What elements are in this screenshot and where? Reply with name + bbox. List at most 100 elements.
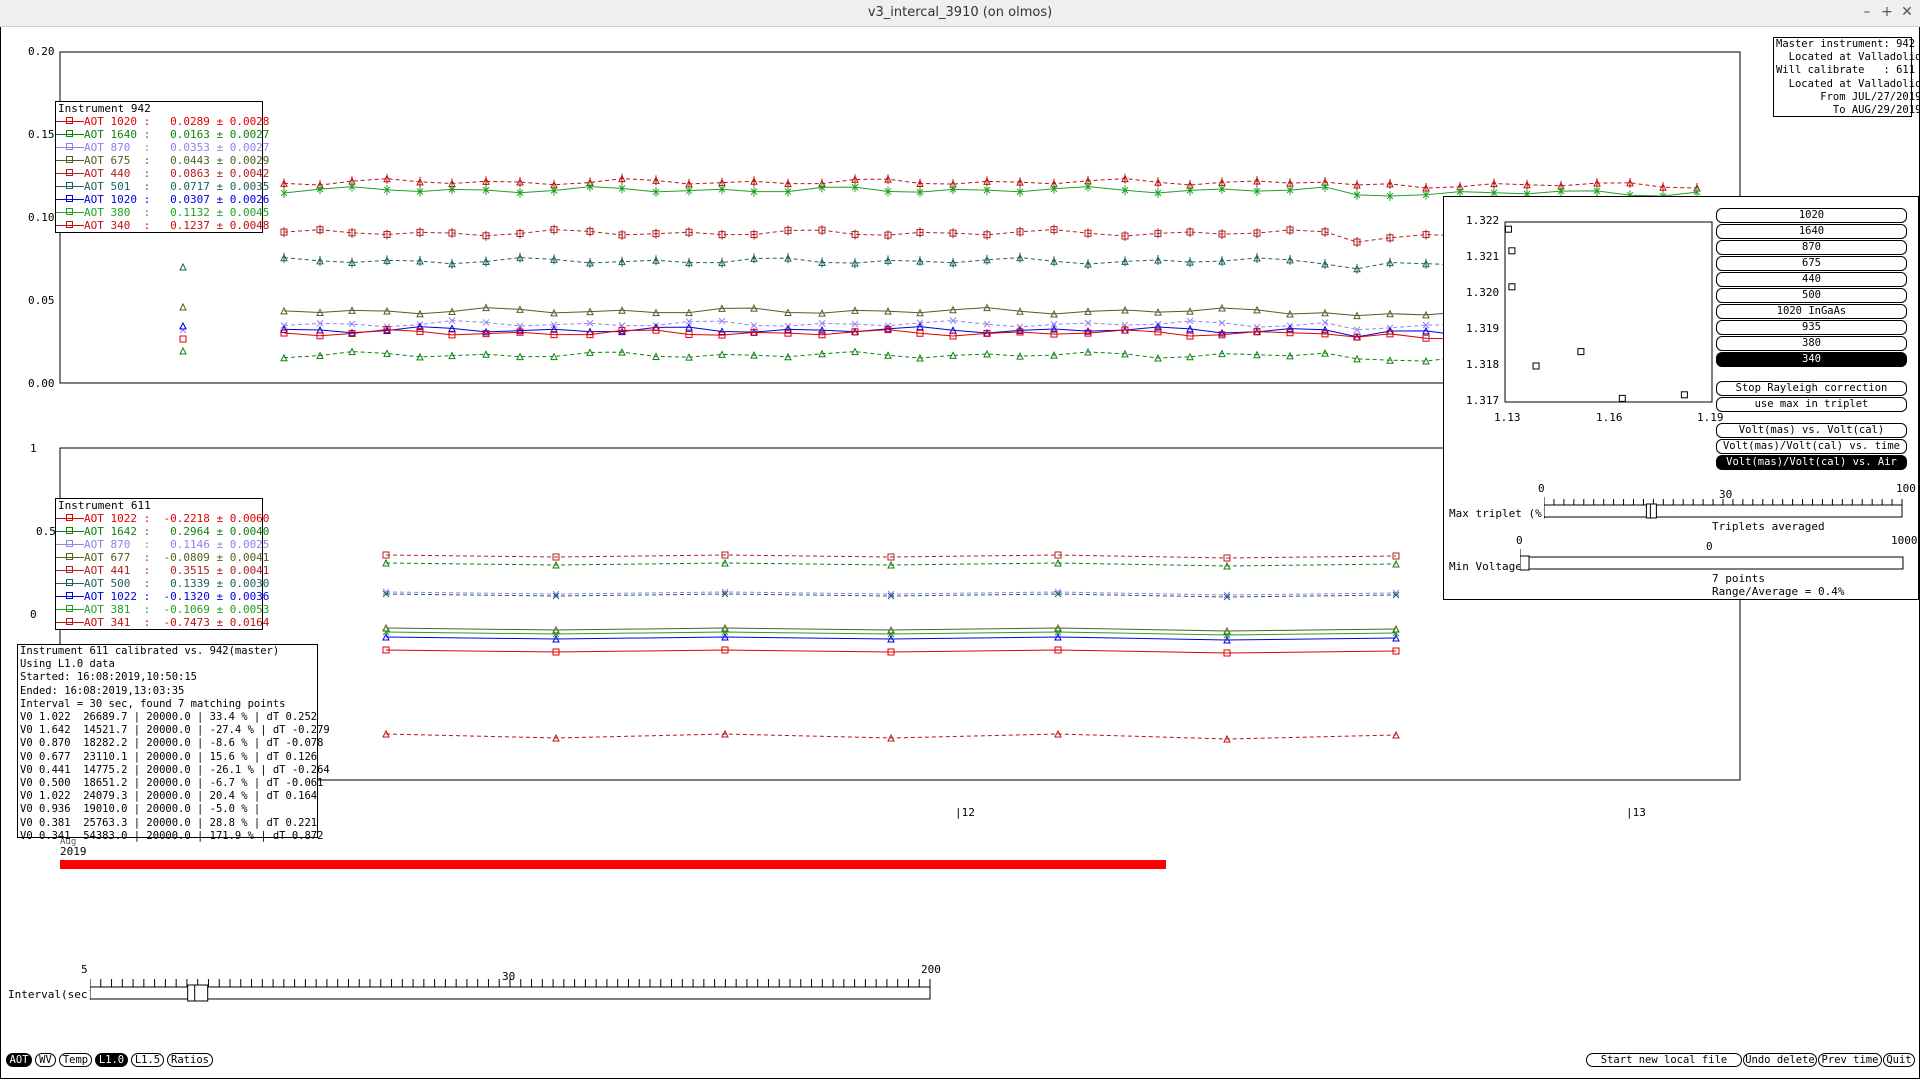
- legend-marker-icon: [56, 590, 84, 603]
- tab-wv[interactable]: WV: [35, 1053, 56, 1067]
- info-line: Interval = 30 sec, found 7 matching poin…: [20, 697, 286, 710]
- bottom-ytick: 0: [30, 608, 37, 621]
- legend-entry-label: AOT 341 : -0.7473 ± 0.0164: [84, 616, 270, 629]
- info-line: V0 1.642 14521.7 | 20000.0 | -27.4 % | d…: [20, 724, 330, 737]
- legend-entry-label: AOT 501 : 0.0717 ± 0.0035: [84, 180, 270, 193]
- legend-instrument-942: Instrument 942 AOT 1020 : 0.0289 ± 0.002…: [55, 101, 269, 233]
- wavelength-button-1020[interactable]: 1020: [1716, 208, 1907, 223]
- series-line: [385, 562, 1397, 567]
- bottom-xtick: |12: [955, 806, 975, 819]
- series-line: [283, 186, 1698, 197]
- legend-entry: AOT 381 : -0.1069 ± 0.0053: [56, 603, 269, 616]
- plot-mode-ratio-vs-airmass[interactable]: Volt(mas)/Volt(cal) vs. Air Mass: [1716, 455, 1907, 481]
- use-max-triplet-button[interactable]: use max in triplet: [1716, 397, 1907, 412]
- data-point: [179, 321, 187, 330]
- wavelength-button-870[interactable]: 870: [1716, 240, 1907, 255]
- wavelength-button-935[interactable]: 935: [1716, 320, 1907, 335]
- stop-rayleigh-button[interactable]: Stop Rayleigh correction: [1716, 381, 1907, 396]
- legend-entry-label: AOT 675 : 0.0443 ± 0.0029: [84, 154, 270, 167]
- plot-mode-ratio-vs-time[interactable]: Volt(mas)/Volt(cal) vs. time: [1716, 439, 1907, 454]
- min-voltage-label: Min Voltage: [1449, 560, 1522, 573]
- top-ytick: 0.20: [28, 45, 55, 58]
- undo-delete-button[interactable]: Undo delete: [1743, 1053, 1817, 1067]
- legend-entry: AOT 441 : 0.3515 ± 0.0041: [56, 564, 269, 577]
- inset-data-point: [1504, 225, 1512, 233]
- top-ytick: 0.15: [28, 128, 55, 141]
- tab-aot[interactable]: AOT: [6, 1053, 32, 1067]
- legend-entry-label: AOT 1020 : 0.0289 ± 0.0028: [84, 115, 270, 128]
- legend-title: Instrument 942: [58, 102, 151, 115]
- legend-entry-label: AOT 500 : 0.1339 ± 0.0030: [84, 577, 270, 590]
- wavelength-button-500[interactable]: 500: [1716, 288, 1907, 303]
- info-line: From JUL/27/2019: [1776, 90, 1920, 103]
- legend-entry-label: AOT 677 : -0.0809 ± 0.0041: [84, 551, 270, 564]
- info-line: V0 0.341 54383.0 | 20000.0 | 171.9 % | d…: [20, 829, 324, 842]
- legend-entry-label: AOT 340 : 0.1237 ± 0.0048: [84, 219, 270, 232]
- max-triplet-label: Max triplet (%): [1449, 507, 1549, 520]
- legend-entry: AOT 440 : 0.0863 ± 0.0042: [56, 167, 269, 180]
- legend-title: Instrument 611: [58, 499, 151, 512]
- inset-ytick: 1.318: [1466, 358, 1500, 371]
- data-point: [179, 262, 187, 271]
- legend-entry: AOT 500 : 0.1339 ± 0.0030: [56, 577, 269, 590]
- wavelength-button-340[interactable]: 340: [1716, 352, 1907, 367]
- inset-ytick: 1.322: [1466, 214, 1500, 227]
- legend-entry-label: AOT 1022 : -0.2218 ± 0.0060: [84, 512, 270, 525]
- info-line: Master instrument: 942: [1776, 38, 1916, 50]
- wavelength-button-1020-ingaas[interactable]: 1020 InGaAs: [1716, 304, 1907, 319]
- series-line: [385, 554, 1397, 559]
- tab-ratios[interactable]: Ratios: [167, 1053, 213, 1067]
- info-line: Using L1.0 data: [20, 658, 115, 671]
- wavelength-button-1640[interactable]: 1640: [1716, 224, 1907, 239]
- info-line: V0 0.936 19010.0 | 20000.0 | -5.0 % |: [20, 803, 261, 816]
- legend-marker-icon: [56, 525, 84, 538]
- legend-entry: AOT 870 : 0.0353 ± 0.0027: [56, 141, 269, 154]
- inset-data-point: [1508, 283, 1516, 291]
- data-point: [179, 302, 187, 311]
- inset-xtick: 1.16: [1596, 411, 1623, 424]
- start-new-local-file-button[interactable]: Start new local file: [1586, 1053, 1742, 1067]
- legend-marker-icon: [56, 564, 84, 577]
- bottom-plot-series: [382, 551, 1400, 743]
- legend-marker-icon: [56, 616, 84, 629]
- prev-time-button[interactable]: Prev time: [1818, 1053, 1882, 1067]
- inset-ratio-chart[interactable]: [1444, 197, 1714, 427]
- max-triplet-scale-min: 0: [1538, 482, 1545, 495]
- info-line: V0 1.022 24079.3 | 20000.0 | 20.4 % | dT…: [20, 790, 318, 803]
- info-line: Will calibrate : 611: [1776, 64, 1916, 77]
- tab-temp[interactable]: Temp: [59, 1053, 92, 1067]
- inset-data-point: [1532, 362, 1540, 370]
- info-line: V0 0.500 18651.2 | 20000.0 | -6.7 % | dT…: [20, 777, 324, 790]
- series-line: [385, 627, 1397, 632]
- info-line: V0 1.022 26689.7 | 20000.0 | 33.4 % | dT…: [20, 711, 318, 724]
- info-line: Ended: 16:08:2019,13:03:35: [20, 684, 185, 697]
- max-triplet-slider[interactable]: [1544, 495, 1904, 521]
- tab-l10[interactable]: L1.0: [95, 1053, 128, 1067]
- quit-button[interactable]: Quit: [1883, 1053, 1915, 1067]
- legend-entry-label: AOT 380 : 0.1132 ± 0.0045: [84, 206, 270, 219]
- legend-entry: AOT 340 : 0.1237 ± 0.0048: [56, 219, 269, 232]
- wavelength-button-440[interactable]: 440: [1716, 272, 1907, 287]
- master-info-box: Master instrument: 942 Located at Vallad…: [1773, 37, 1920, 117]
- legend-marker-icon: [56, 154, 84, 167]
- legend-entry: AOT 380 : 0.1132 ± 0.0045: [56, 206, 269, 219]
- legend-entry: AOT 501 : 0.0717 ± 0.0035: [56, 180, 269, 193]
- data-point: [179, 346, 187, 355]
- interval-scale-min: 5: [81, 963, 88, 976]
- wavelength-button-380[interactable]: 380: [1716, 336, 1907, 351]
- legend-marker-icon: [56, 603, 84, 616]
- legend-entry: AOT 1020 : 0.0289 ± 0.0028: [56, 115, 269, 128]
- legend-marker-icon: [56, 128, 84, 141]
- min-voltage-slider[interactable]: [1520, 547, 1910, 573]
- wavelength-button-675[interactable]: 675: [1716, 256, 1907, 271]
- legend-entry-label: AOT 1020 : 0.0307 ± 0.0026: [84, 193, 270, 206]
- interval-slider[interactable]: [90, 975, 932, 1005]
- data-point: [179, 335, 187, 343]
- legend-entry: AOT 870 : 0.1146 ± 0.0025: [56, 538, 269, 551]
- min-voltage-scale-max: 1000: [1891, 534, 1918, 547]
- inset-data-point: [1508, 247, 1516, 255]
- legend-entry-label: AOT 440 : 0.0863 ± 0.0042: [84, 167, 270, 180]
- legend-entry-label: AOT 441 : 0.3515 ± 0.0041: [84, 564, 270, 577]
- plot-mode-volt-vs-volt[interactable]: Volt(mas) vs. Volt(cal): [1716, 423, 1907, 438]
- tab-l15[interactable]: L1.5: [131, 1053, 164, 1067]
